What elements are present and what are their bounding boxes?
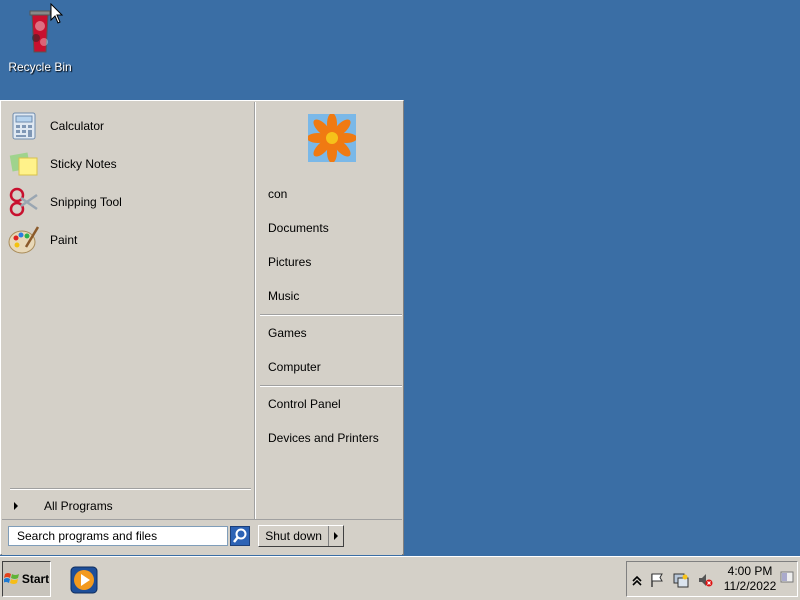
place-music[interactable]: Music [268,286,299,306]
shutdown-options-button[interactable] [328,526,343,546]
program-label: Paint [50,233,78,247]
place-control-panel[interactable]: Control Panel [268,394,341,414]
volume-muted-icon[interactable] [697,572,713,588]
program-item-calculator[interactable]: Calculator [8,109,248,143]
taskbar: Start 4:00 PM 11/2/2022 [0,556,800,600]
clock[interactable]: 4:00 PM 11/2/2022 [721,564,779,594]
start-button[interactable]: Start [2,561,51,597]
show-desktop-icon[interactable] [779,569,795,585]
sticky-notes-icon [8,148,40,180]
program-item-sticky-notes[interactable]: Sticky Notes [8,147,248,181]
scissors-icon [8,186,40,218]
place-documents[interactable]: Documents [268,218,329,238]
search-icon [233,528,247,543]
start-menu-bottom-bar: Search programs and files Shut down [2,519,402,555]
places-pane: con Documents Pictures Music Games Compu… [256,102,403,519]
start-label: Start [21,572,50,586]
user-picture-flower-icon[interactable] [308,114,356,162]
paint-palette-icon [8,224,40,256]
arrow-right-icon [14,502,18,510]
calculator-icon [8,110,40,142]
network-icon[interactable] [673,572,689,588]
all-programs-button[interactable]: All Programs [10,496,250,516]
action-center-flag-icon[interactable] [649,572,665,588]
arrow-right-icon [334,532,339,540]
place-games[interactable]: Games [268,323,307,343]
program-item-snipping-tool[interactable]: Snipping Tool [8,185,248,219]
clock-time: 4:00 PM [727,564,773,578]
place-computer[interactable]: Computer [268,357,321,377]
places-separator [260,314,402,316]
place-devices-and-printers[interactable]: Devices and Printers [268,428,379,448]
program-item-paint[interactable]: Paint [8,223,248,257]
programs-pane: Calculator Sticky Notes Snipping Tool Pa… [2,102,254,519]
places-separator [260,385,402,387]
shutdown-button[interactable]: Shut down [258,525,344,547]
program-label: Snipping Tool [50,195,122,209]
notification-area: 4:00 PM 11/2/2022 [626,561,798,597]
place-user-folder[interactable]: con [268,184,287,204]
clock-date: 11/2/2022 [723,579,777,593]
program-label: Calculator [50,119,105,133]
desktop-icon-label: Recycle Bin [8,60,72,74]
mouse-cursor-icon [50,3,64,24]
program-label: Sticky Notes [50,157,117,171]
search-button[interactable] [230,526,250,546]
shutdown-label: Shut down [265,529,322,543]
all-programs-label: All Programs [44,499,113,513]
windows-logo-icon [3,573,19,584]
search-input[interactable]: Search programs and files [8,526,228,546]
start-menu: Calculator Sticky Notes Snipping Tool Pa… [0,100,404,555]
desktop-icon-recycle-bin[interactable]: Recycle Bin [4,4,76,74]
all-programs-separator [10,488,251,490]
show-hidden-icons-chevron-icon[interactable] [629,572,645,588]
media-player-icon[interactable] [70,566,98,594]
place-pictures[interactable]: Pictures [268,252,311,272]
